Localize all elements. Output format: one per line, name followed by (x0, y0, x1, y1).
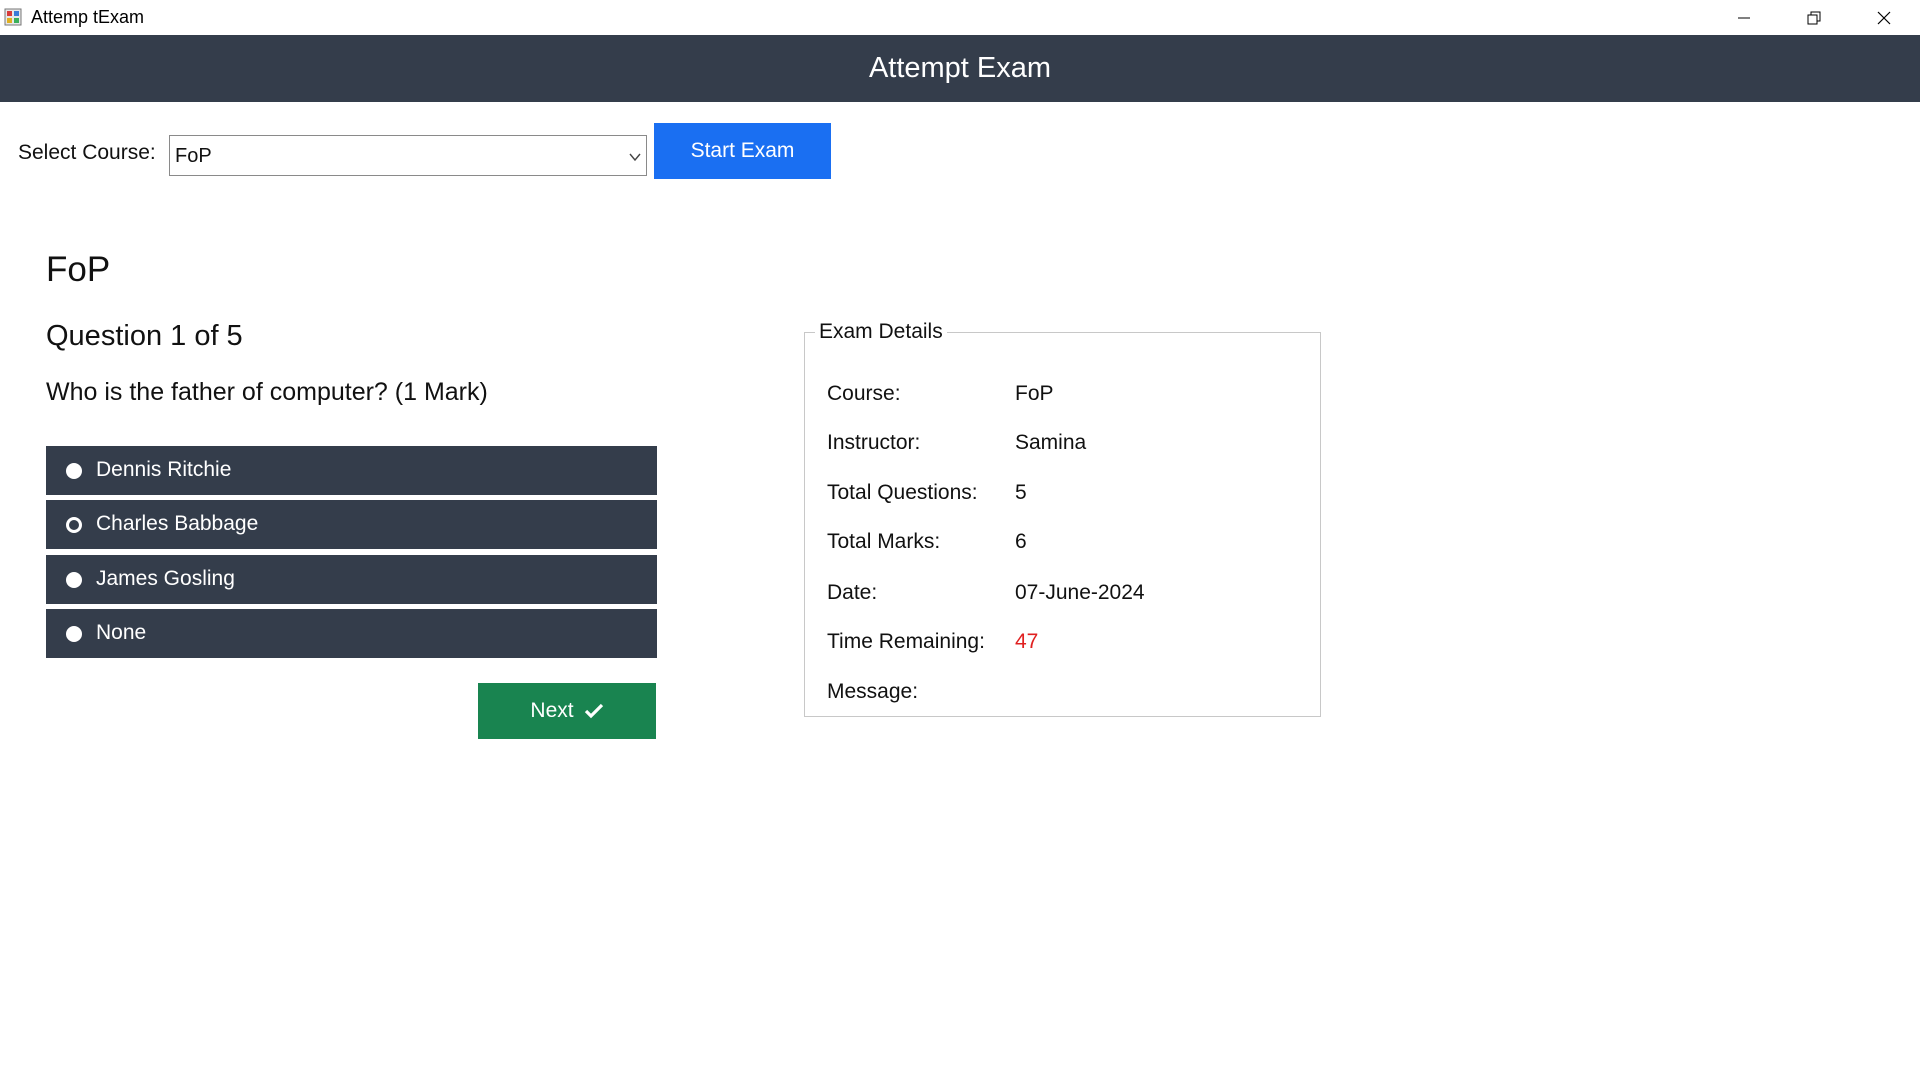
course-dropdown-value: FoP (175, 145, 212, 167)
close-icon (1877, 11, 1891, 24)
option-charles-babbage[interactable]: Charles Babbage (46, 500, 657, 549)
course-detail-value: FoP (1015, 382, 1054, 405)
question-text: Who is the father of computer? (1 Mark) (46, 378, 488, 406)
page-title: Attempt Exam (868, 52, 1052, 84)
app-icon (4, 8, 22, 26)
time-remaining-label: Time Remaining: (827, 630, 985, 653)
start-exam-button[interactable]: Start Exam (654, 123, 831, 179)
option-label: Dennis Ritchie (96, 458, 232, 481)
option-label: James Gosling (96, 567, 235, 590)
radio-icon (66, 572, 82, 588)
next-button[interactable]: Next (478, 683, 656, 739)
radio-icon (66, 626, 82, 642)
course-title: FoP (46, 250, 111, 289)
page-header: Attempt Exam (0, 35, 1920, 102)
option-label: None (96, 621, 147, 644)
window-title-bar: Attemp tExam (0, 0, 1920, 35)
minimize-button[interactable] (1710, 0, 1778, 35)
instructor-label: Instructor: (827, 431, 921, 454)
chevron-down-icon (629, 153, 641, 162)
select-course-label: Select Course: (18, 141, 156, 164)
option-dennis-ritchie[interactable]: Dennis Ritchie (46, 446, 657, 495)
radio-icon (66, 463, 82, 479)
exam-details-title: Exam Details (815, 320, 947, 344)
restore-icon (1807, 11, 1821, 24)
checkmark-icon (584, 703, 603, 719)
instructor-value: Samina (1015, 431, 1087, 454)
course-dropdown[interactable]: FoP (169, 135, 647, 176)
total-marks-label: Total Marks: (827, 530, 941, 553)
start-exam-label: Start Exam (690, 139, 795, 162)
message-label: Message: (827, 680, 919, 703)
option-label: Charles Babbage (96, 512, 259, 535)
next-label: Next (530, 699, 574, 722)
date-value: 07-June-2024 (1015, 581, 1145, 604)
total-marks-value: 6 (1015, 530, 1027, 553)
window-title: Attemp tExam (31, 7, 145, 27)
radio-icon (66, 517, 82, 533)
date-label: Date: (827, 581, 878, 604)
question-number: Question 1 of 5 (46, 320, 243, 352)
total-questions-label: Total Questions: (827, 481, 978, 504)
close-button[interactable] (1850, 0, 1918, 35)
minimize-icon (1738, 17, 1750, 18)
option-none[interactable]: None (46, 609, 657, 658)
restore-button[interactable] (1780, 0, 1848, 35)
total-questions-value: 5 (1015, 481, 1027, 504)
time-remaining-value: 47 (1015, 630, 1039, 653)
option-james-gosling[interactable]: James Gosling (46, 555, 657, 604)
course-detail-label: Course: (827, 382, 901, 405)
